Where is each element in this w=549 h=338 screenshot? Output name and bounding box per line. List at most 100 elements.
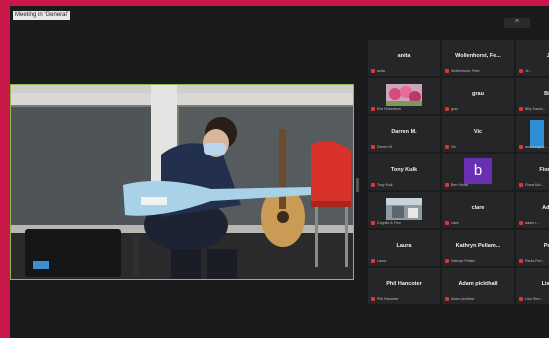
participant-name: Fiona M... [539,167,549,173]
participant-display-name: Laura [377,259,387,263]
participant-footer: Lisa Sten... [519,296,549,302]
participant-display-name: Tony Kulk [377,183,393,187]
participant-name: Billy... [544,91,549,97]
participant-name: clare [471,205,485,211]
participant-tile[interactable]: Fiona M... Fiona Mol... [516,154,549,190]
participant-name: anita [397,53,411,59]
participant-tile[interactable]: Phil Hancoter Phil Hancoter [368,268,440,304]
participant-footer: Laura [371,258,438,264]
participant-display-name: Billy Eastm... [525,107,546,111]
meeting-caption: Meeting in 'General' [13,11,70,20]
participant-footer: Wollenhorst, Felix [445,68,512,74]
participant-display-name: Adam pickthall [451,297,475,301]
mic-muted-icon [519,107,523,111]
mic-muted-icon [371,145,375,149]
mic-muted-icon [445,107,449,111]
participant-video-thumbnail [386,84,422,106]
participant-footer: Fiona Mol... [519,182,549,188]
participant-display-name: grau [451,107,459,111]
participant-tile[interactable]: andreasgeis... [516,116,549,152]
mic-muted-icon [519,183,523,187]
participant-footer: Je... [519,68,549,74]
participant-tile[interactable]: Laura Laura [368,230,440,266]
participant-tile[interactable]: Billy... Billy Eastm... [516,78,549,114]
participant-tile[interactable]: Darren M. Darren M. [368,116,440,152]
mic-muted-icon [445,145,449,149]
mic-muted-icon [371,183,375,187]
participant-tile[interactable]: Adam pickthall Adam pickthall [442,268,514,304]
participant-grid: anita anita Wollenhorst, Fe... Wollenhorst,… [368,40,549,338]
collapse-participants-button[interactable]: ^ [504,18,530,28]
participant-tile[interactable]: Paul... Paula Furl... [516,230,549,266]
participant-display-name: Wollenhorst, Felix [451,69,480,73]
participant-footer: Tony Kulk [371,182,438,188]
participant-name: Paul... [543,243,549,249]
panel-resize-handle[interactable] [356,178,359,192]
participant-display-name: Je... [525,69,532,73]
participant-name: Je... [546,53,549,59]
participant-footer: Eve Robertson [371,106,438,112]
participant-name: Lisa S... [541,281,549,287]
participant-footer: adam r... [519,220,549,226]
participant-display-name: Paula Furl... [525,259,545,263]
participant-footer: grau [445,106,512,112]
participant-footer: Vic [445,144,512,150]
participant-name: Kathryn Pellam... [455,243,501,249]
participant-display-name: Ben Hewitt [451,183,469,187]
participant-name: Phil Hancoter [386,281,422,287]
mic-muted-icon [371,221,375,225]
mic-muted-icon [371,107,375,111]
main-speaker-video[interactable] [10,84,354,280]
participant-display-name: anita [377,69,385,73]
mic-muted-icon [519,221,523,225]
participant-footer: Ben Hewitt [445,182,512,188]
participant-tile[interactable]: anita anita [368,40,440,76]
participant-name: Adam pickthall [458,281,498,287]
mic-muted-icon [445,69,449,73]
participant-display-name: Lisa Sten... [525,297,543,301]
participant-footer: clare [445,220,512,226]
mic-muted-icon [445,221,449,225]
participant-display-name: Vic [451,145,456,149]
participant-tile[interactable]: Eve Robertson [368,78,440,114]
participant-display-name: Darren M. [377,145,393,149]
participant-tile[interactable]: Kathryn Pellam... Kathryn Pellam [442,230,514,266]
participant-footer: Cognito & Finn [371,220,438,226]
participant-video-thumbnail [386,198,422,220]
mic-muted-icon [371,259,375,263]
participant-tile[interactable]: b Ben Hewitt [442,154,514,190]
participant-display-name: Cognito & Finn [377,221,401,225]
participant-footer: Phil Hancoter [371,296,438,302]
participant-name: Tony Kulk [390,167,418,173]
participant-footer: Adam pickthall [445,296,512,302]
participant-footer: andreasgeis... [519,144,549,150]
participant-display-name: Kathryn Pellam [451,259,476,263]
participant-avatar: b [464,158,492,184]
participant-tile[interactable]: Tony Kulk Tony Kulk [368,154,440,190]
participant-tile[interactable]: Lisa S... Lisa Sten... [516,268,549,304]
mic-muted-icon [519,297,523,301]
participant-name: grau [472,91,484,97]
participant-footer: Paula Furl... [519,258,549,264]
participant-display-name: clare [451,221,459,225]
participant-footer: Kathryn Pellam [445,258,512,264]
mic-muted-icon [445,183,449,187]
meeting-window: Meeting in 'General' ^ anita anita Wolle… [10,6,549,338]
participant-tile[interactable]: grau grau [442,78,514,114]
participant-name: Darren M. [391,129,417,135]
participant-tile[interactable]: Je... Je... [516,40,549,76]
mic-muted-icon [519,145,523,149]
mic-muted-icon [445,297,449,301]
participant-tile[interactable]: clare clare [442,192,514,228]
participant-footer: anita [371,68,438,74]
participant-tile[interactable]: Adam... adam r... [516,192,549,228]
speaker-video-frame [11,85,353,279]
participant-name: Vic [473,129,483,135]
participant-tile[interactable]: Wollenhorst, Fe... Wollenhorst, Felix [442,40,514,76]
participant-tile[interactable]: Cognito & Finn [368,192,440,228]
participant-tile[interactable]: Vic Vic [442,116,514,152]
participant-display-name: andreasgeis... [525,145,548,149]
participant-name: Adam... [542,205,549,211]
participant-footer: Billy Eastm... [519,106,549,112]
mic-muted-icon [371,297,375,301]
